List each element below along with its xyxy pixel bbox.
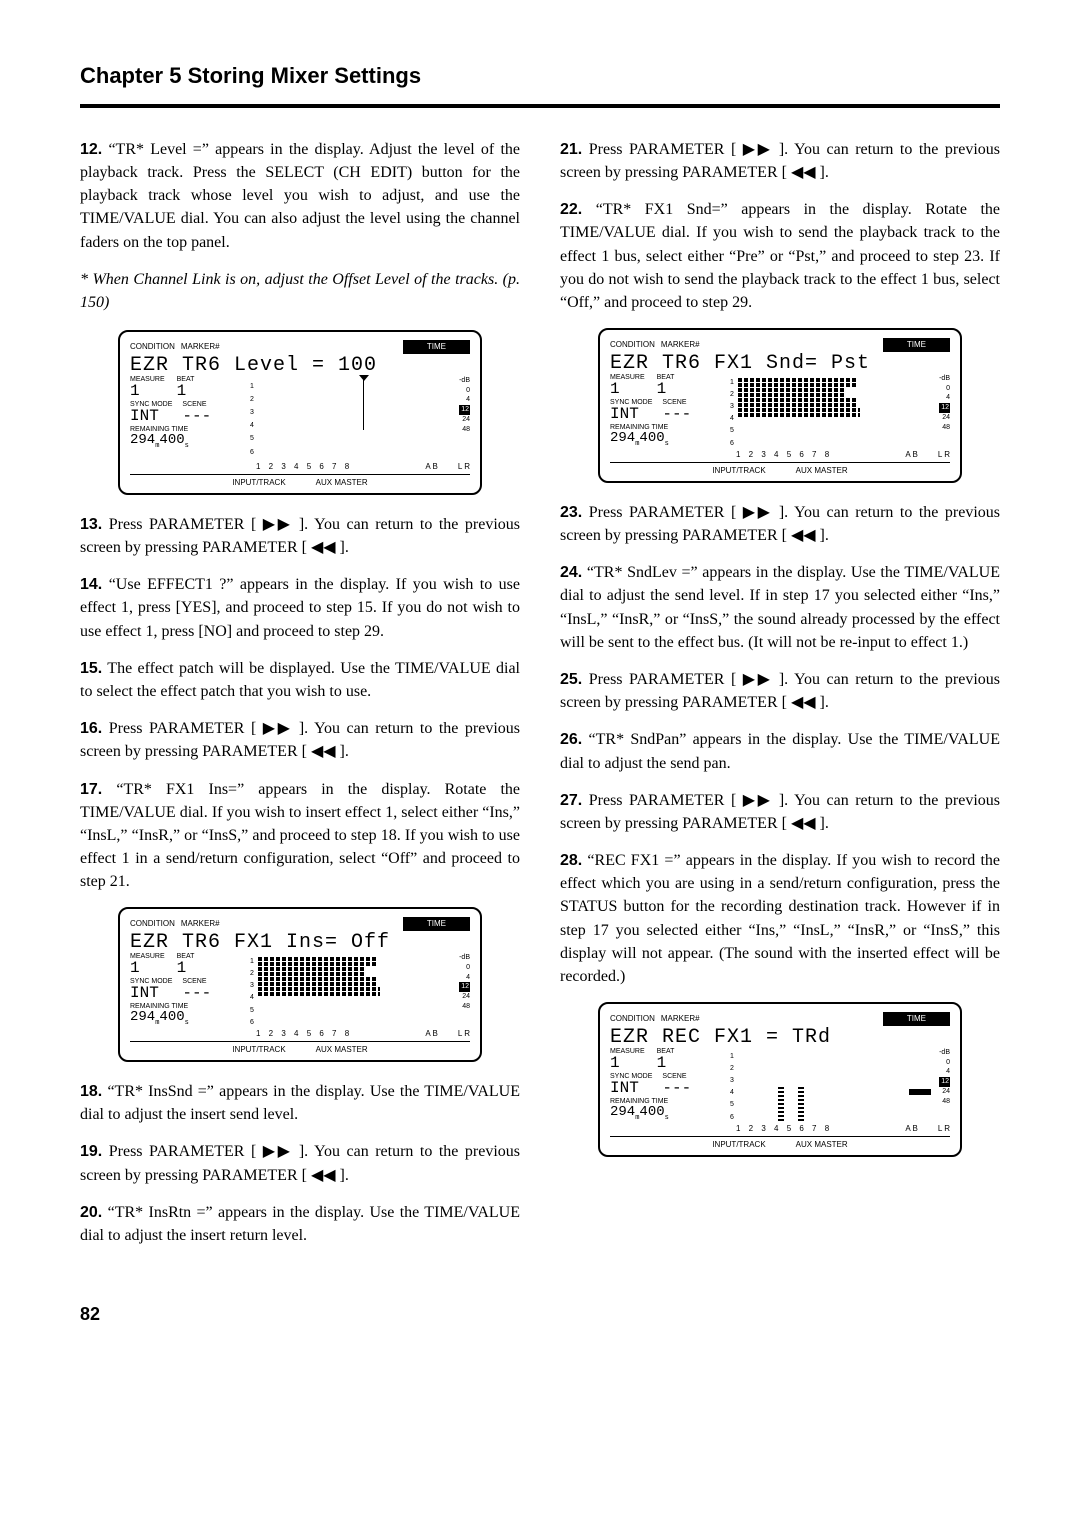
step-text: “TR* FX1 Snd=” appears in the display. R… bbox=[560, 201, 1000, 311]
step-number: 18. bbox=[80, 1083, 102, 1100]
step-item: 19. Press PARAMETER [ ▶▶ ]. You can retu… bbox=[80, 1140, 520, 1186]
steps-right: 21. Press PARAMETER [ ▶▶ ]. You can retu… bbox=[560, 138, 1000, 1157]
step-item: 22. “TR* FX1 Snd=” appears in the displa… bbox=[560, 198, 1000, 314]
lcd-main-text: EZR TR6 FX1 Snd= Pst bbox=[610, 352, 950, 374]
step-text: “TR* Level =” appears in the display. Ad… bbox=[80, 141, 520, 251]
step-item: 16. Press PARAMETER [ ▶▶ ]. You can retu… bbox=[80, 717, 520, 763]
step-number: 25. bbox=[560, 671, 582, 688]
step-item: 15. The effect patch will be displayed. … bbox=[80, 657, 520, 703]
step-text: “TR* InsSnd =” appears in the display. U… bbox=[80, 1083, 520, 1123]
step-number: 27. bbox=[560, 792, 582, 809]
footnote: * When Channel Link is on, adjust the Of… bbox=[80, 268, 520, 314]
left-column: 12. “TR* Level =” appears in the display… bbox=[80, 138, 520, 1261]
step-text: Press PARAMETER [ ▶▶ ]. You can return t… bbox=[80, 1143, 520, 1183]
step-item: 23. Press PARAMETER [ ▶▶ ]. You can retu… bbox=[560, 501, 1000, 547]
step-text: Press PARAMETER [ ▶▶ ]. You can return t… bbox=[560, 504, 1000, 544]
step-number: 20. bbox=[80, 1204, 102, 1221]
step-item: 18. “TR* InsSnd =” appears in the displa… bbox=[80, 1080, 520, 1126]
step-item: 28. “REC FX1 =” appears in the display. … bbox=[560, 849, 1000, 988]
step-text: Press PARAMETER [ ▶▶ ]. You can return t… bbox=[80, 516, 520, 556]
step-number: 19. bbox=[80, 1143, 102, 1160]
step-text: “TR* InsRtn =” appears in the display. U… bbox=[80, 1204, 520, 1244]
step-item: 27. Press PARAMETER [ ▶▶ ]. You can retu… bbox=[560, 789, 1000, 835]
lcd-display: CONDITIONMARKER# TIME EZR TR6 Level = 10… bbox=[80, 330, 520, 495]
step-number: 17. bbox=[80, 781, 102, 798]
step-text: Press PARAMETER [ ▶▶ ]. You can return t… bbox=[560, 671, 1000, 711]
step-text: “TR* SndLev =” appears in the display. U… bbox=[560, 564, 1000, 651]
step-item: 17. “TR* FX1 Ins=” appears in the displa… bbox=[80, 778, 520, 894]
heading-rule bbox=[80, 104, 1000, 108]
page-number: 82 bbox=[80, 1301, 1000, 1327]
step-text: “TR* FX1 Ins=” appears in the display. R… bbox=[80, 781, 520, 891]
step-item: 24. “TR* SndLev =” appears in the displa… bbox=[560, 561, 1000, 654]
step-number: 26. bbox=[560, 731, 582, 748]
step-item: 26. “TR* SndPan” appears in the display.… bbox=[560, 728, 1000, 774]
lcd-main-text: EZR REC FX1 = TRd bbox=[610, 1026, 950, 1048]
chapter-title: Chapter 5 Storing Mixer Settings bbox=[80, 60, 1000, 92]
step-item: 25. Press PARAMETER [ ▶▶ ]. You can retu… bbox=[560, 668, 1000, 714]
step-text: Press PARAMETER [ ▶▶ ]. You can return t… bbox=[560, 792, 1000, 832]
step-number: 12. bbox=[80, 141, 102, 158]
step-item: 12. “TR* Level =” appears in the display… bbox=[80, 138, 520, 254]
steps-left: 12. “TR* Level =” appears in the display… bbox=[80, 138, 520, 1247]
step-text: Press PARAMETER [ ▶▶ ]. You can return t… bbox=[80, 720, 520, 760]
step-item: 20. “TR* InsRtn =” appears in the displa… bbox=[80, 1201, 520, 1247]
lcd-main-text: EZR TR6 Level = 100 bbox=[130, 354, 470, 376]
lcd-display: CONDITIONMARKER# TIME EZR REC FX1 = TRd … bbox=[560, 1002, 1000, 1157]
step-number: 24. bbox=[560, 564, 582, 581]
step-text: “Use EFFECT1 ?” appears in the display. … bbox=[80, 576, 520, 639]
lcd-main-text: EZR TR6 FX1 Ins= Off bbox=[130, 931, 470, 953]
step-item: 14. “Use EFFECT1 ?” appears in the displ… bbox=[80, 573, 520, 643]
step-text: Press PARAMETER [ ▶▶ ]. You can return t… bbox=[560, 141, 1000, 181]
step-number: 22. bbox=[560, 201, 582, 218]
step-item: 21. Press PARAMETER [ ▶▶ ]. You can retu… bbox=[560, 138, 1000, 184]
step-number: 15. bbox=[80, 660, 102, 677]
step-text: “TR* SndPan” appears in the display. Use… bbox=[560, 731, 1000, 771]
step-text: The effect patch will be displayed. Use … bbox=[80, 660, 520, 700]
step-item: 13. Press PARAMETER [ ▶▶ ]. You can retu… bbox=[80, 513, 520, 559]
right-column: 21. Press PARAMETER [ ▶▶ ]. You can retu… bbox=[560, 138, 1000, 1261]
step-number: 14. bbox=[80, 576, 102, 593]
step-number: 23. bbox=[560, 504, 582, 521]
lcd-display: CONDITIONMARKER# TIME EZR TR6 FX1 Ins= O… bbox=[80, 907, 520, 1062]
step-number: 21. bbox=[560, 141, 582, 158]
lcd-display: CONDITIONMARKER# TIME EZR TR6 FX1 Snd= P… bbox=[560, 328, 1000, 483]
step-number: 28. bbox=[560, 852, 582, 869]
two-column-layout: 12. “TR* Level =” appears in the display… bbox=[80, 138, 1000, 1261]
step-text: “REC FX1 =” appears in the display. If y… bbox=[560, 852, 1000, 985]
step-number: 16. bbox=[80, 720, 102, 737]
step-number: 13. bbox=[80, 516, 102, 533]
